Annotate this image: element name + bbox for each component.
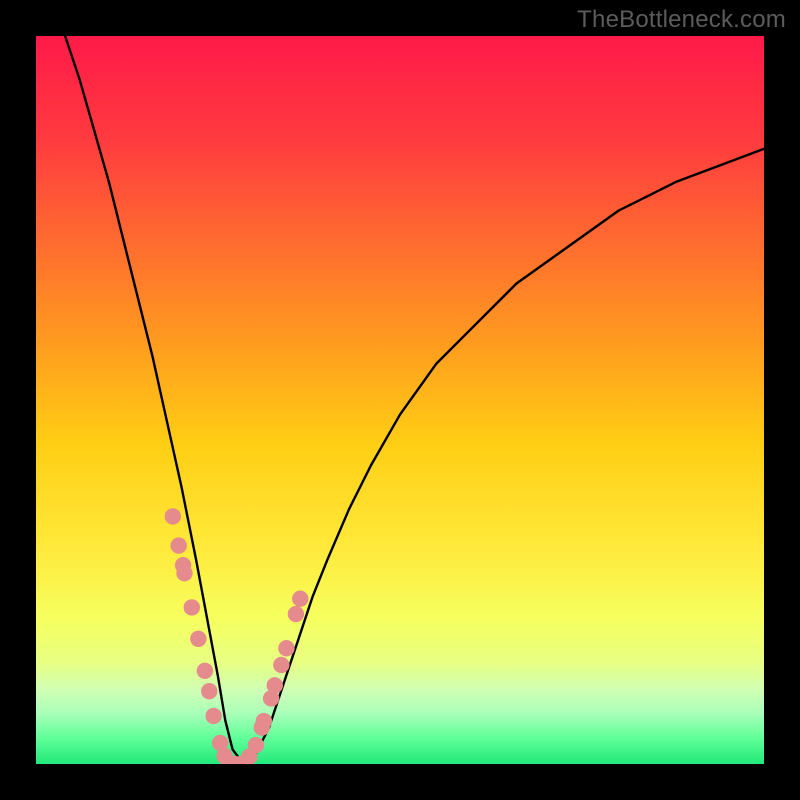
marker-point — [273, 657, 289, 673]
watermark-label: TheBottleneck.com — [577, 6, 786, 34]
marker-point — [201, 683, 217, 699]
marker-point — [176, 565, 192, 581]
chart-frame: TheBottleneck.com — [0, 0, 800, 800]
marker-point — [267, 677, 283, 693]
marker-point — [292, 591, 308, 607]
bottleneck-curve — [65, 36, 764, 764]
marker-point — [278, 640, 294, 656]
marker-point — [190, 631, 206, 647]
marker-point — [170, 537, 186, 553]
marker-point — [165, 508, 181, 524]
marker-point — [288, 606, 304, 622]
marker-point — [248, 737, 264, 753]
marker-point — [256, 713, 272, 729]
marker-point — [184, 599, 200, 615]
plot-area — [36, 36, 764, 764]
marker-point — [205, 708, 221, 724]
highlight-points — [165, 508, 309, 764]
chart-svg — [36, 36, 764, 764]
marker-point — [197, 663, 213, 679]
